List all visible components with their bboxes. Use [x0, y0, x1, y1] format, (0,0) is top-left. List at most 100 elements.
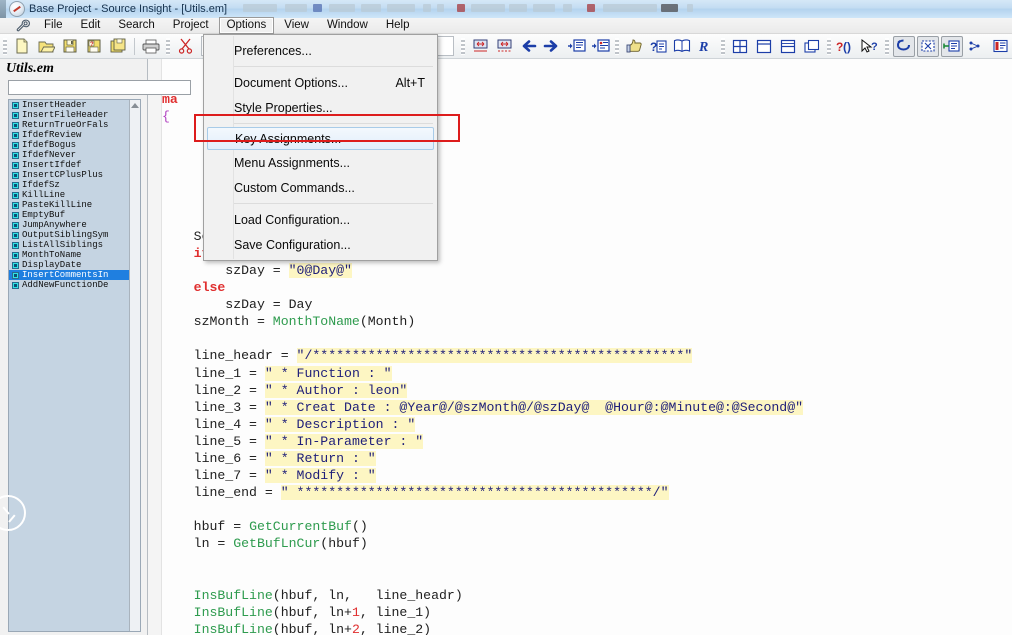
toolbar-grip-3[interactable]	[461, 37, 465, 55]
book-icon-button[interactable]	[671, 36, 693, 57]
symbol-search-input[interactable]	[8, 80, 191, 95]
loop-run-macro-icon-button[interactable]	[893, 35, 915, 57]
svg-text:?: ?	[871, 41, 878, 53]
record-macro-icon-button[interactable]	[917, 35, 939, 57]
symbol-list-item-label: IfdefNever	[22, 150, 77, 160]
thumbs-up-icon-button[interactable]	[623, 36, 645, 57]
menu-item-menu-assignments[interactable]: Menu Assignments...	[204, 150, 437, 175]
back-arrow-icon-button[interactable]	[517, 36, 539, 57]
open-folder-icon-button[interactable]	[35, 36, 57, 57]
jump-to-definition-icon-button[interactable]	[565, 36, 587, 57]
symbol-list-item[interactable]: InsertFileHeader	[9, 110, 129, 120]
code-line: line_3 = " * Creat Date : @Year@/@szMont…	[162, 399, 1012, 416]
toolbar-grip-4[interactable]	[615, 37, 619, 55]
jump-to-caller-icon-button[interactable]	[589, 36, 611, 57]
macro-symbol-icon	[12, 261, 19, 269]
options-dropdown-menu[interactable]: Preferences... Document Options... Alt+T St…	[203, 34, 438, 261]
toolbar-grip-2[interactable]	[166, 37, 170, 55]
symbol-list-item[interactable]: IfdefReview	[9, 130, 129, 140]
symbol-list-item[interactable]: ReturnTrueOrFals	[9, 120, 129, 130]
scroll-up-arrow-icon[interactable]	[131, 103, 139, 108]
symbol-list-item[interactable]: InsertCPlusPlus	[9, 170, 129, 180]
symbol-list-item[interactable]: InsertCommentsIn	[9, 270, 129, 280]
cascade-windows-icon-button[interactable]	[801, 36, 823, 57]
symbol-list-item[interactable]: JumpAnywhere	[9, 220, 129, 230]
code-token: , line_1)	[359, 604, 432, 620]
code-line: line_6 = " * Return : "	[162, 450, 1012, 467]
symbol-list-item[interactable]: InsertIfdef	[9, 160, 129, 170]
pointer-help-icon-button[interactable]: ?	[859, 36, 881, 57]
new-file-icon-button[interactable]	[11, 36, 33, 57]
code-line: szDay = Day	[162, 296, 1012, 313]
indent-left-icon-button[interactable]	[469, 36, 491, 57]
symbol-list-item-label: IfdefBogus	[22, 140, 77, 150]
menu-item-label: Custom Commands...	[234, 180, 355, 195]
tile-windows-icon-button[interactable]	[729, 36, 751, 57]
toolbar-grip-6[interactable]	[827, 37, 831, 55]
symbol-list-item[interactable]: DisplayDate	[9, 260, 129, 270]
cut-scissors-icon-button[interactable]	[174, 36, 196, 57]
symbol-list-item[interactable]: PasteKillLine	[9, 200, 129, 210]
code-token: (hbuf, ln+	[272, 621, 352, 635]
menubar-item-options[interactable]: Options	[218, 17, 275, 34]
code-token: line_headr =	[162, 348, 297, 364]
symbol-list-item[interactable]: InsertHeader	[9, 100, 129, 110]
vertical-split-icon-button[interactable]	[777, 36, 799, 57]
menubar-item-search[interactable]: Search	[110, 17, 162, 34]
color-config-icon-button[interactable]	[989, 36, 1011, 57]
relation-window-icon-button[interactable]: R	[695, 36, 717, 57]
breakpoints-icon-button[interactable]	[965, 36, 987, 57]
forward-arrow-icon-button[interactable]	[541, 36, 563, 57]
horizontal-split-icon-button[interactable]	[753, 36, 775, 57]
toolbar-grip-7[interactable]	[885, 37, 889, 55]
code-line: InsBufLine(hbuf, ln+1, line_1)	[162, 604, 1012, 621]
symbol-list-container[interactable]: InsertHeader InsertFileHeader ReturnTrueOr…	[8, 99, 141, 632]
symbol-list-item[interactable]: MonthToName	[9, 250, 129, 260]
code-line: InsBufLine(hbuf, ln, line_headr)	[162, 587, 1012, 604]
menu-item-preferences[interactable]: Preferences...	[204, 38, 437, 63]
menu-item-load-configuration[interactable]: Load Configuration...	[204, 207, 437, 232]
symbol-list-item[interactable]: EmptyBuf	[9, 210, 129, 220]
symbol-list-item[interactable]: IfdefSz	[9, 180, 129, 190]
symbol-list-item[interactable]: IfdefNever	[9, 150, 129, 160]
save-as-icon-button[interactable]: ?	[83, 36, 105, 57]
menubar-item-project[interactable]: Project	[165, 17, 217, 34]
titlebar-left-edge	[0, 0, 6, 18]
code-token: line_1 =	[162, 365, 265, 381]
symbol-list-scrollbar[interactable]	[129, 100, 140, 631]
menu-item-key-assignments[interactable]: Key Assignments...	[207, 127, 434, 150]
print-icon-button[interactable]	[140, 36, 162, 57]
wrench-icon	[16, 19, 30, 33]
code-token: {	[162, 109, 170, 125]
menu-item-save-configuration[interactable]: Save Configuration...	[204, 232, 437, 257]
menu-item-style-properties[interactable]: Style Properties...	[204, 95, 437, 120]
indent-right-icon-button[interactable]	[493, 36, 515, 57]
step-macro-icon-button[interactable]	[941, 35, 963, 57]
macro-symbol-icon	[12, 131, 19, 139]
menubar-item-file[interactable]: File	[36, 17, 71, 34]
save-icon-button[interactable]	[59, 36, 81, 57]
menubar-item-view[interactable]: View	[276, 17, 317, 34]
toolbar-grip-5[interactable]	[721, 37, 725, 55]
symbol-lookup-icon-button[interactable]: ?()	[835, 36, 857, 57]
symbol-list-item[interactable]: ListAllSiblings	[9, 240, 129, 250]
menu-separator	[234, 203, 433, 204]
code-token: line_6 =	[162, 450, 265, 466]
code-token: line_4 =	[162, 416, 265, 432]
symbol-list-item[interactable]: OutputSiblingSym	[9, 230, 129, 240]
save-all-icon-button[interactable]	[107, 36, 129, 57]
menubar-item-edit[interactable]: Edit	[73, 17, 109, 34]
context-help-icon-button[interactable]: ?	[647, 36, 669, 57]
menubar-item-window[interactable]: Window	[319, 17, 376, 34]
symbol-list-item[interactable]: IfdefBogus	[9, 140, 129, 150]
symbol-list-item[interactable]: AddNewFunctionDe	[9, 280, 129, 290]
code-line: line_end = " ***************************…	[162, 484, 1012, 501]
menu-item-custom-commands[interactable]: Custom Commands...	[204, 175, 437, 200]
code-token: else	[193, 280, 226, 296]
code-line: line_4 = " * Description : "	[162, 416, 1012, 433]
menubar-item-help[interactable]: Help	[378, 17, 418, 34]
menu-item-document-options[interactable]: Document Options... Alt+T	[204, 70, 437, 95]
code-token: (Month)	[359, 314, 416, 330]
toolbar-grip[interactable]	[3, 37, 7, 55]
symbol-list-item[interactable]: KillLine	[9, 190, 129, 200]
